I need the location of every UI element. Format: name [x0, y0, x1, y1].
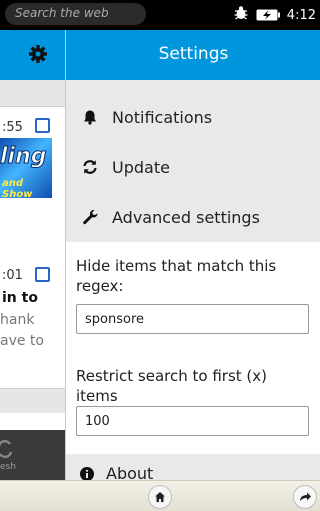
settings-header: Settings: [66, 30, 320, 80]
web-search-pill[interactable]: Search the web: [5, 3, 146, 25]
advanced-settings-form: Hide items that match this regex: Restri…: [66, 242, 320, 442]
regex-filter-input[interactable]: [76, 304, 309, 334]
feed-header: [0, 30, 66, 80]
refresh-label: esh: [0, 462, 16, 472]
feed-item-checkbox[interactable]: [35, 118, 50, 133]
feed-item-title: in to: [2, 290, 38, 306]
feed-item-thumbnail: ling and Show: [0, 138, 52, 198]
feed-item-checkbox[interactable]: [35, 267, 50, 282]
forward-arrow-icon: [298, 488, 312, 507]
feed-item-body: ave to: [0, 333, 44, 349]
home-button[interactable]: [148, 485, 172, 509]
info-icon: [80, 466, 94, 480]
feed-item-time: :01: [2, 268, 23, 283]
feed-section-divider: [0, 388, 66, 413]
thumbnail-subtext: and Show: [2, 178, 33, 198]
menu-item-about[interactable]: About: [66, 454, 320, 480]
item-limit-input[interactable]: [76, 406, 309, 436]
web-search-placeholder: Search the web: [15, 6, 109, 20]
status-bar: Search the web 4:12: [0, 0, 320, 30]
feed-toolbar: esh: [0, 430, 66, 480]
home-icon: [154, 488, 166, 507]
feed-section-divider: [0, 80, 66, 107]
status-icons: 4:12: [233, 5, 316, 25]
wrench-icon: [80, 207, 100, 227]
settings-menu: Notifications Update Advanced settings: [66, 80, 320, 242]
background-feed-panel: :55 ling and Show :01 in to hank ave to …: [0, 30, 66, 480]
refresh-icon[interactable]: [0, 439, 13, 463]
menu-item-label: Update: [112, 157, 170, 177]
item-limit-label: Restrict search to first (x) items: [76, 367, 267, 405]
menu-item-update[interactable]: Update: [66, 142, 320, 192]
regex-filter-label: Hide items that match this regex:: [76, 257, 277, 295]
bell-icon: [80, 107, 100, 127]
settings-title: Settings: [158, 44, 229, 64]
feed-item-body: hank: [0, 312, 35, 328]
clock: 4:12: [286, 7, 316, 23]
gear-icon[interactable]: [28, 44, 48, 68]
menu-item-notifications[interactable]: Notifications: [66, 92, 320, 142]
refresh-icon: [80, 157, 100, 177]
thumbnail-text: ling: [0, 144, 47, 170]
menu-item-label: Advanced settings: [112, 207, 260, 227]
settings-drawer: Settings Notifications Update Advanced s…: [65, 30, 320, 480]
battery-charging-icon: [256, 6, 280, 25]
feed-item-time: :55: [2, 120, 23, 135]
menu-item-label: Notifications: [112, 107, 213, 127]
bug-icon: [233, 5, 249, 25]
system-navigation-bar: [0, 480, 320, 511]
menu-item-label: About: [106, 464, 154, 480]
forward-button[interactable]: [293, 485, 317, 509]
menu-item-advanced-settings[interactable]: Advanced settings: [66, 192, 320, 242]
